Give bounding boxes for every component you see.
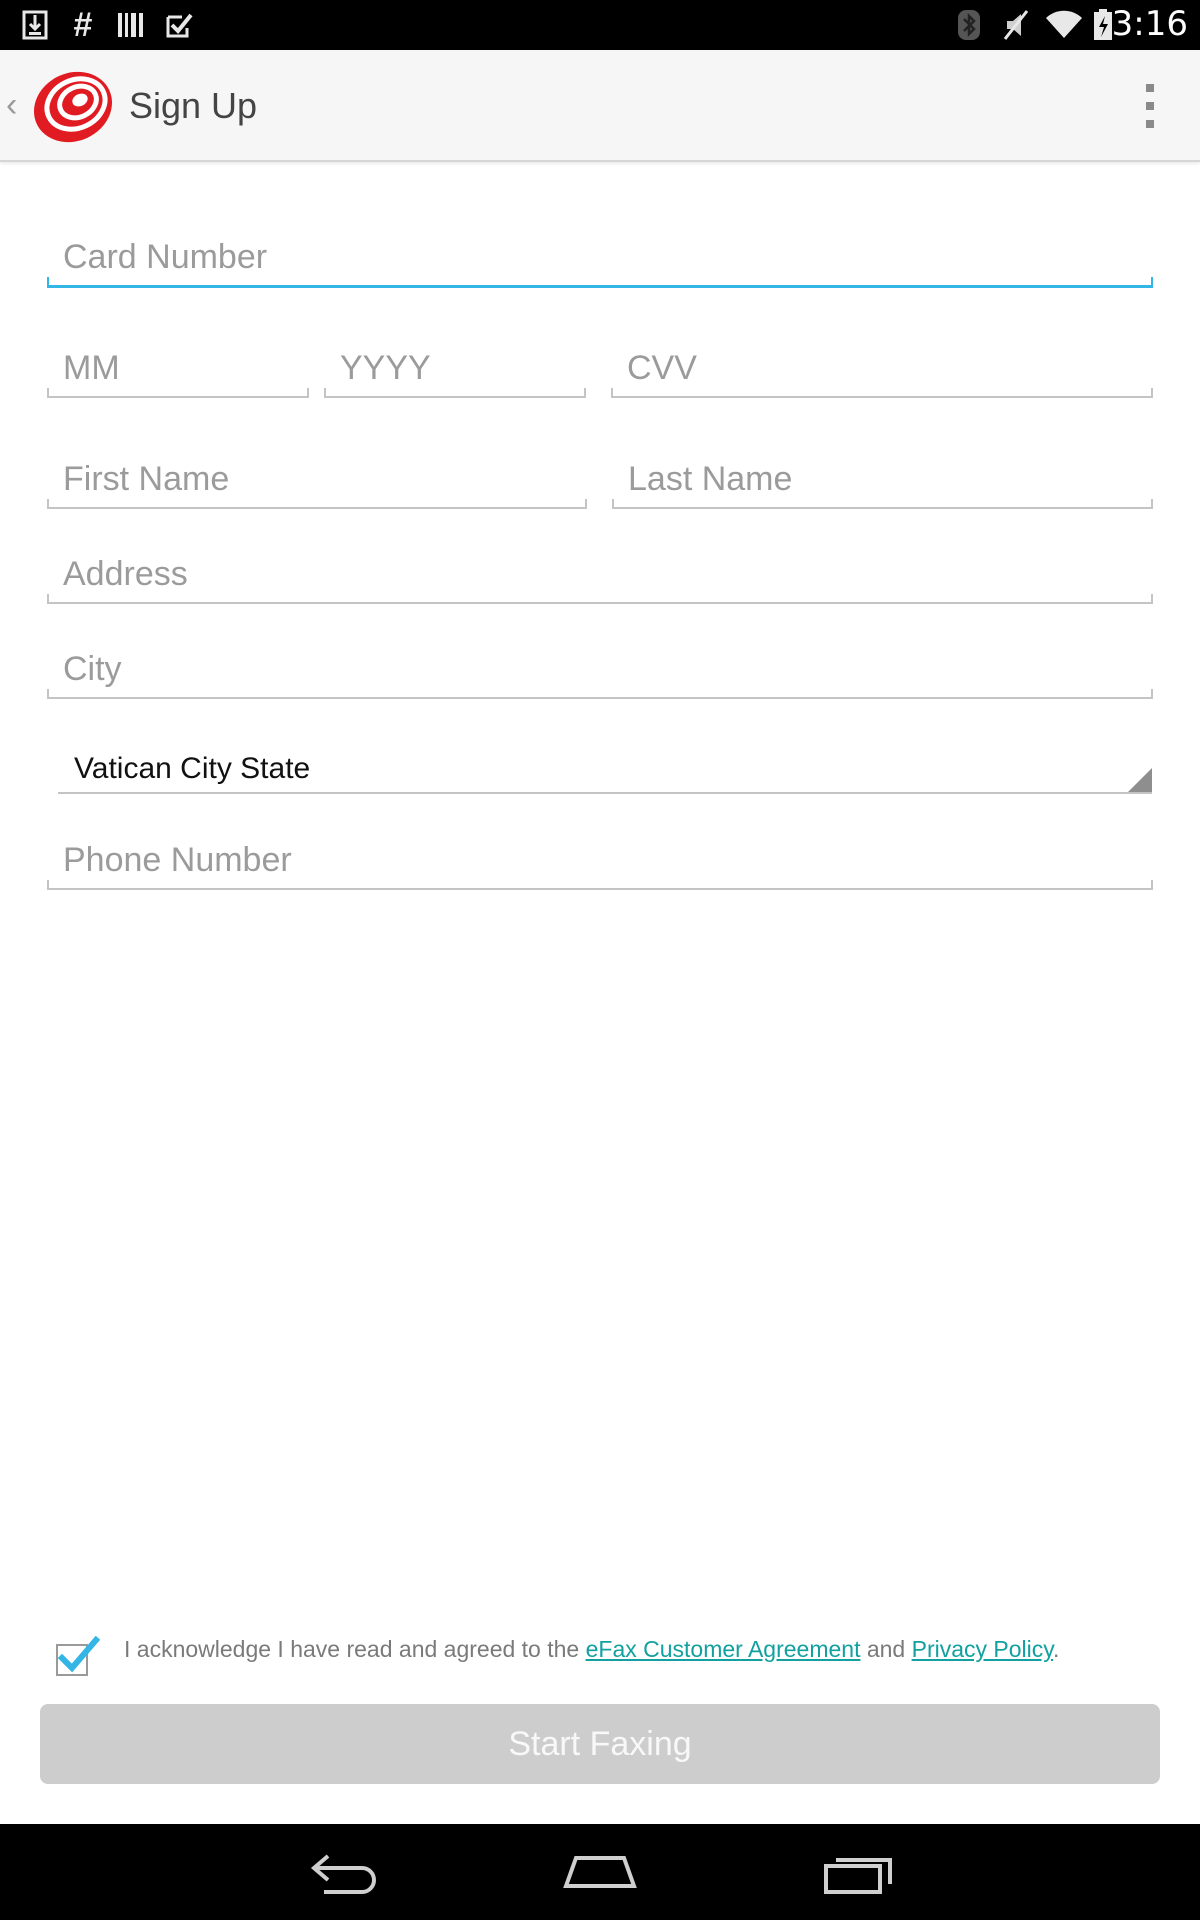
mute-icon — [1000, 9, 1032, 41]
first-name-field[interactable] — [47, 449, 587, 509]
phone-number-input[interactable] — [63, 841, 1145, 880]
start-faxing-button[interactable]: Start Faxing — [40, 1704, 1160, 1784]
expiry-month-input[interactable] — [63, 349, 301, 388]
first-name-input[interactable] — [63, 460, 579, 499]
hash-icon: # — [73, 5, 93, 44]
expiry-year-field[interactable] — [324, 338, 586, 398]
agreement-text-after: . — [1053, 1636, 1060, 1662]
checkbox-icon — [164, 9, 194, 41]
overflow-menu-icon[interactable] — [1142, 84, 1158, 128]
cvv-input[interactable] — [627, 349, 1145, 388]
home-icon[interactable] — [560, 1846, 640, 1898]
card-number-input[interactable] — [63, 238, 1145, 277]
clock: 3:16 — [1111, 4, 1188, 44]
country-selected-value: Vatican City State — [74, 752, 311, 785]
dropdown-arrow-icon — [1128, 768, 1152, 792]
last-name-input[interactable] — [628, 460, 1145, 499]
last-name-field[interactable] — [612, 449, 1153, 509]
cvv-field[interactable] — [611, 338, 1153, 398]
barcode-icon — [116, 9, 146, 41]
efax-logo[interactable] — [30, 66, 116, 148]
privacy-policy-link[interactable]: Privacy Policy — [912, 1636, 1053, 1662]
country-spinner[interactable]: Vatican City State — [58, 742, 1152, 794]
download-icon — [20, 9, 50, 41]
address-field[interactable] — [47, 544, 1153, 604]
up-navigation-icon[interactable]: ‹ — [6, 86, 17, 125]
address-input[interactable] — [63, 555, 1145, 594]
expiry-month-field[interactable] — [47, 338, 309, 398]
agreement-checkbox[interactable] — [56, 1636, 100, 1676]
status-bar: # 3:16 — [0, 0, 1200, 50]
bluetooth-icon — [956, 9, 982, 41]
phone-number-field[interactable] — [47, 830, 1153, 890]
customer-agreement-link[interactable]: eFax Customer Agreement — [586, 1636, 861, 1662]
navigation-bar — [0, 1824, 1200, 1920]
page-title: Sign Up — [129, 85, 258, 126]
card-number-field[interactable] — [47, 228, 1153, 288]
action-bar: ‹ Sign Up — [0, 50, 1200, 162]
wifi-icon — [1044, 9, 1084, 41]
expiry-year-input[interactable] — [340, 349, 578, 388]
city-input[interactable] — [63, 650, 1145, 689]
agreement-text: I acknowledge I have read and agreed to … — [124, 1634, 1184, 1664]
check-icon — [57, 1636, 100, 1673]
back-icon[interactable] — [304, 1846, 384, 1898]
recents-icon[interactable] — [818, 1846, 898, 1898]
city-field[interactable] — [47, 639, 1153, 699]
agreement-text-between: and — [860, 1636, 912, 1662]
agreement-text-before: I acknowledge I have read and agreed to … — [124, 1636, 586, 1662]
